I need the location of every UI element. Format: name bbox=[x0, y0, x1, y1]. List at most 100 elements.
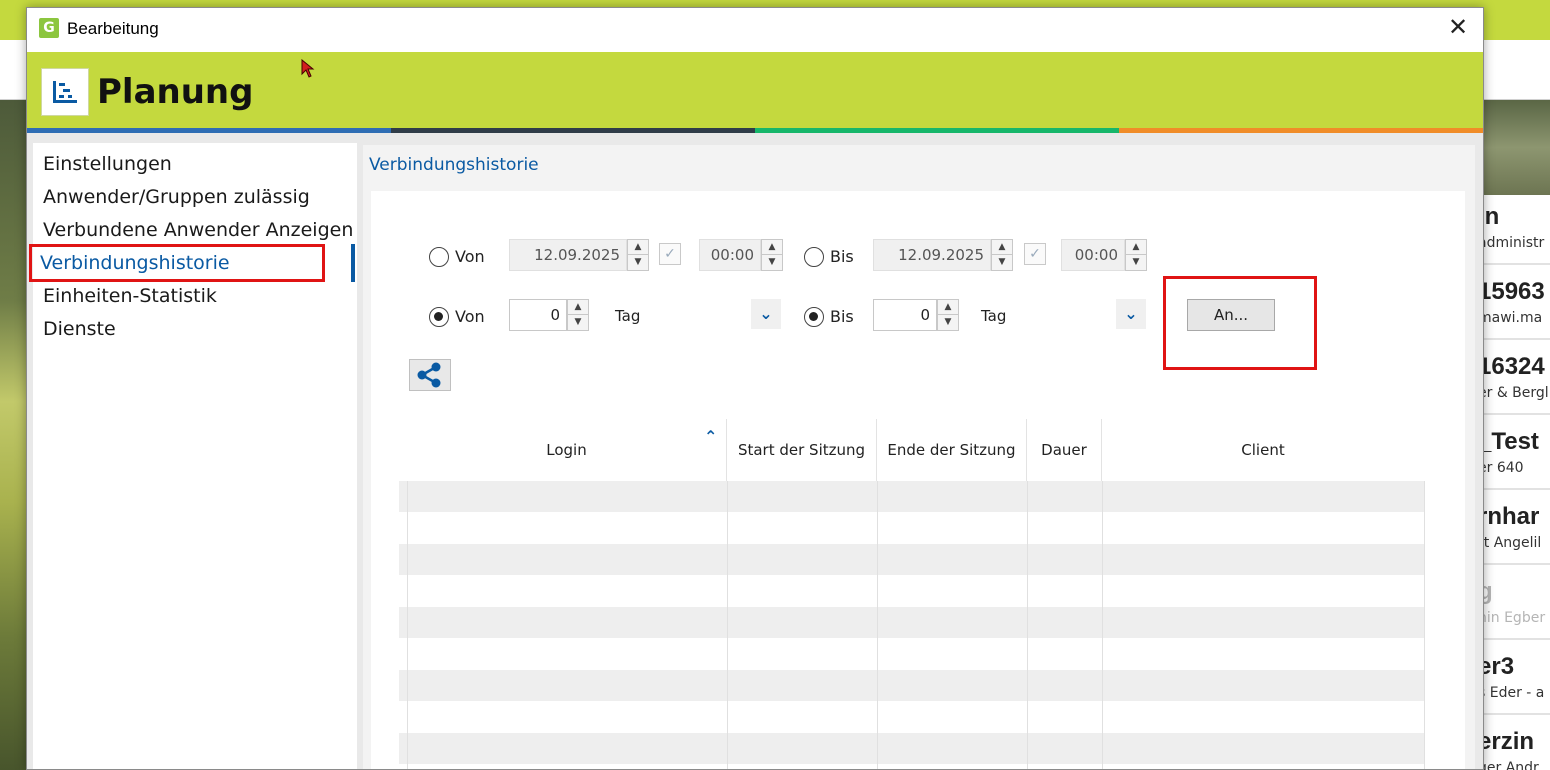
from-days-stepper[interactable]: ▲ ▼ bbox=[567, 299, 589, 331]
background-user-card: er3 s Eder - a bbox=[1478, 645, 1550, 715]
background-user-card: 15963 mawi.ma bbox=[1478, 270, 1550, 340]
chevron-down-icon[interactable]: ⌄ bbox=[751, 299, 781, 329]
column-divider bbox=[407, 481, 408, 769]
module-title: Planung bbox=[97, 72, 254, 112]
stepper-up-icon[interactable]: ▲ bbox=[568, 300, 588, 315]
column-divider bbox=[877, 481, 878, 769]
stepper-down-icon[interactable]: ▼ bbox=[628, 255, 648, 270]
table-row[interactable] bbox=[399, 544, 1424, 575]
app-logo-icon: G bbox=[39, 18, 59, 38]
to-relative-label: Bis bbox=[830, 307, 854, 326]
dialog-title: Bearbeitung bbox=[67, 19, 159, 38]
stepper-up-icon[interactable]: ▲ bbox=[628, 240, 648, 255]
from-relative-label: Von bbox=[455, 307, 485, 326]
stripe-segment bbox=[1119, 128, 1483, 133]
radio-from-date[interactable] bbox=[429, 247, 449, 267]
nav-item-anwender-gruppen[interactable]: Anwender/Gruppen zulässig bbox=[43, 186, 310, 208]
table-row[interactable] bbox=[399, 733, 1424, 764]
from-date-stepper[interactable]: ▲ ▼ bbox=[627, 239, 649, 271]
stripe-segment bbox=[755, 128, 1119, 133]
background-user-card: erzin ger Andr bbox=[1478, 720, 1550, 770]
stripe-segment bbox=[27, 128, 391, 133]
table-row[interactable] bbox=[399, 702, 1424, 733]
table-row[interactable] bbox=[399, 670, 1424, 701]
calendar-icon[interactable]: ✓ bbox=[659, 243, 681, 265]
scrollbar-track[interactable] bbox=[1424, 481, 1425, 769]
to-unit-select[interactable]: Tag bbox=[981, 307, 1006, 325]
nav-item-einheiten-statistik[interactable]: Einheiten-Statistik bbox=[43, 285, 217, 307]
background-user-card: g nin Egber bbox=[1478, 570, 1550, 640]
to-date-stepper[interactable]: ▲ ▼ bbox=[991, 239, 1013, 271]
chevron-down-icon[interactable]: ⌄ bbox=[1116, 299, 1146, 329]
to-days-stepper[interactable]: ▲ ▼ bbox=[937, 299, 959, 331]
user-card-subtitle: s Eder - a bbox=[1478, 685, 1545, 701]
radio-from-relative[interactable] bbox=[429, 307, 449, 327]
edit-dialog: G Bearbeitung ✕ Planung Einstellungen An… bbox=[26, 7, 1484, 770]
planning-module-icon bbox=[41, 68, 89, 116]
stepper-up-icon[interactable]: ▲ bbox=[1126, 240, 1146, 255]
column-header-login[interactable]: Login bbox=[407, 419, 727, 481]
user-card-title: _Test bbox=[1478, 428, 1539, 455]
connection-history-panel: Verbindungshistorie Von 12.09.2025 ▲ ▼ ✓ … bbox=[363, 145, 1475, 770]
from-unit-select[interactable]: Tag bbox=[615, 307, 640, 325]
user-card-subtitle: ger Andr bbox=[1478, 760, 1539, 770]
column-divider bbox=[727, 481, 728, 769]
user-card-title: 15963 bbox=[1478, 278, 1545, 305]
history-table: Login ⌃ Start der Sitzung Ende der Sitzu… bbox=[399, 419, 1435, 770]
stepper-down-icon[interactable]: ▼ bbox=[992, 255, 1012, 270]
radio-to-date[interactable] bbox=[804, 247, 824, 267]
stepper-up-icon[interactable]: ▲ bbox=[762, 240, 782, 255]
column-header-duration[interactable]: Dauer bbox=[1027, 419, 1102, 481]
stepper-up-icon[interactable]: ▲ bbox=[992, 240, 1012, 255]
dialog-titlebar: G Bearbeitung ✕ bbox=[27, 8, 1483, 52]
stepper-up-icon[interactable]: ▲ bbox=[938, 300, 958, 315]
calendar-icon[interactable]: ✓ bbox=[1024, 243, 1046, 265]
user-card-title: rnhar bbox=[1478, 503, 1540, 530]
nav-item-einstellungen[interactable]: Einstellungen bbox=[43, 153, 172, 175]
nav-item-dienste[interactable]: Dienste bbox=[43, 318, 116, 340]
stepper-down-icon[interactable]: ▼ bbox=[938, 315, 958, 330]
table-row[interactable] bbox=[399, 639, 1424, 670]
to-time-stepper[interactable]: ▲ ▼ bbox=[1125, 239, 1147, 271]
stepper-down-icon[interactable]: ▼ bbox=[1126, 255, 1146, 270]
user-card-title: erzin bbox=[1478, 728, 1535, 755]
to-time-field[interactable]: 00:00 bbox=[1061, 239, 1125, 271]
mouse-cursor-icon bbox=[301, 59, 315, 78]
from-days-input[interactable]: 0 bbox=[509, 299, 567, 331]
table-row[interactable] bbox=[399, 481, 1424, 512]
nav-item-verbundene-anwender[interactable]: Verbundene Anwender Anzeigen bbox=[43, 219, 353, 241]
column-header-end[interactable]: Ende der Sitzung bbox=[877, 419, 1027, 481]
highlight-box-apply bbox=[1163, 276, 1317, 370]
settings-navigation: Einstellungen Anwender/Gruppen zulässig … bbox=[33, 143, 357, 769]
table-row[interactable] bbox=[399, 513, 1424, 544]
stepper-down-icon[interactable]: ▼ bbox=[568, 315, 588, 330]
highlight-box-nav bbox=[29, 244, 325, 282]
table-row[interactable] bbox=[399, 576, 1424, 607]
to-date-field[interactable]: 12.09.2025 bbox=[873, 239, 991, 271]
to-date-label: Bis bbox=[830, 247, 854, 266]
stepper-down-icon[interactable]: ▼ bbox=[762, 255, 782, 270]
user-card-subtitle: administr bbox=[1478, 235, 1545, 251]
share-icon[interactable] bbox=[409, 359, 451, 391]
user-card-subtitle: er & Bergl bbox=[1478, 385, 1549, 401]
close-icon[interactable]: ✕ bbox=[1447, 15, 1469, 39]
user-card-subtitle: nin Egber bbox=[1478, 610, 1546, 626]
background-user-list: in administr 15963 mawi.ma 16324 er & Bergl _T… bbox=[1478, 195, 1550, 770]
column-divider bbox=[1102, 481, 1103, 769]
column-divider bbox=[1027, 481, 1028, 769]
from-date-field[interactable]: 12.09.2025 bbox=[509, 239, 627, 271]
table-row[interactable] bbox=[399, 765, 1424, 770]
sort-ascending-icon[interactable]: ⌃ bbox=[704, 427, 717, 446]
from-time-stepper[interactable]: ▲ ▼ bbox=[761, 239, 783, 271]
panel-title: Verbindungshistorie bbox=[369, 155, 539, 175]
column-header-client[interactable]: Client bbox=[1102, 419, 1424, 481]
active-nav-indicator bbox=[351, 244, 355, 282]
table-row[interactable] bbox=[399, 607, 1424, 638]
column-header-start[interactable]: Start der Sitzung bbox=[727, 419, 877, 481]
to-days-input[interactable]: 0 bbox=[873, 299, 937, 331]
background-user-card: in administr bbox=[1478, 195, 1550, 265]
from-time-field[interactable]: 00:00 bbox=[699, 239, 761, 271]
user-card-subtitle: er 640 bbox=[1478, 460, 1524, 476]
background-user-card: rnhar rt Angelil bbox=[1478, 495, 1550, 565]
radio-to-relative[interactable] bbox=[804, 307, 824, 327]
